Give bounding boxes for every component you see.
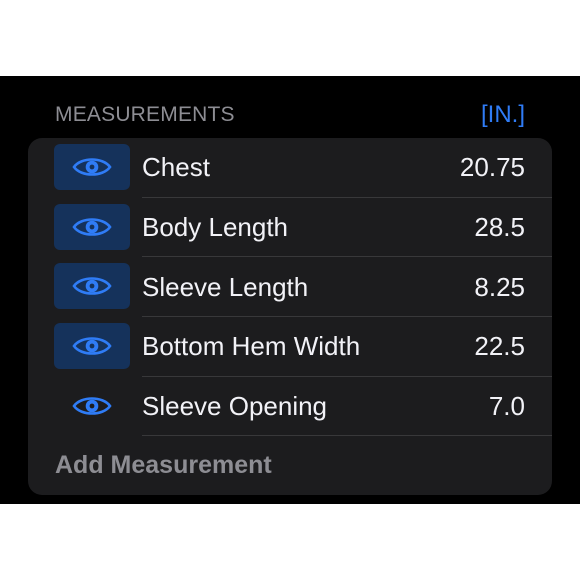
- measurement-value: 28.5: [474, 212, 525, 243]
- measurement-label: Chest: [142, 152, 210, 183]
- measurement-value: 20.75: [459, 152, 525, 183]
- measurement-row-chest[interactable]: Chest 20.75: [28, 138, 552, 198]
- eye-icon: [72, 158, 112, 176]
- measurement-value: 22.5: [474, 331, 525, 362]
- measurement-row-body-length[interactable]: Body Length 28.5: [28, 198, 552, 258]
- measurement-label: Body Length: [142, 212, 289, 243]
- measurement-value: 7.0: [488, 391, 525, 422]
- measurements-card: Chest 20.75 Body Length 28.5 Sleeve Leng…: [28, 138, 552, 495]
- measurement-label: Bottom Hem Width: [142, 331, 361, 362]
- visibility-toggle-body-length[interactable]: [54, 203, 130, 250]
- measurement-row-sleeve-opening[interactable]: Sleeve Opening 7.0: [28, 377, 552, 437]
- visibility-toggle-sleeve-length[interactable]: [54, 263, 130, 310]
- section-title: MEASUREMENTS: [55, 103, 235, 126]
- measurement-row-sleeve-length[interactable]: Sleeve Length 8.25: [28, 257, 552, 317]
- measurement-value: 8.25: [474, 271, 525, 302]
- unit-toggle-button[interactable]: [IN.]: [481, 101, 525, 129]
- visibility-toggle-sleeve-opening[interactable]: [54, 383, 130, 429]
- add-measurement-label: Add Measurement: [55, 451, 272, 480]
- measurements-screen: MEASUREMENTS [IN.] Chest 20.75 Body Leng…: [0, 76, 580, 504]
- eye-icon: [72, 217, 112, 236]
- add-measurement-button[interactable]: Add Measurement: [28, 436, 552, 495]
- section-header: MEASUREMENTS [IN.]: [55, 100, 525, 130]
- eye-icon: [72, 337, 112, 355]
- measurement-label: Sleeve Length: [142, 271, 309, 302]
- measurement-label: Sleeve Opening: [142, 391, 328, 422]
- measurement-row-bottom-hem-width[interactable]: Bottom Hem Width 22.5: [28, 317, 552, 377]
- eye-icon: [72, 396, 112, 415]
- eye-icon: [72, 277, 112, 296]
- visibility-toggle-chest[interactable]: [54, 144, 130, 190]
- visibility-toggle-bottom-hem-width[interactable]: [54, 323, 130, 370]
